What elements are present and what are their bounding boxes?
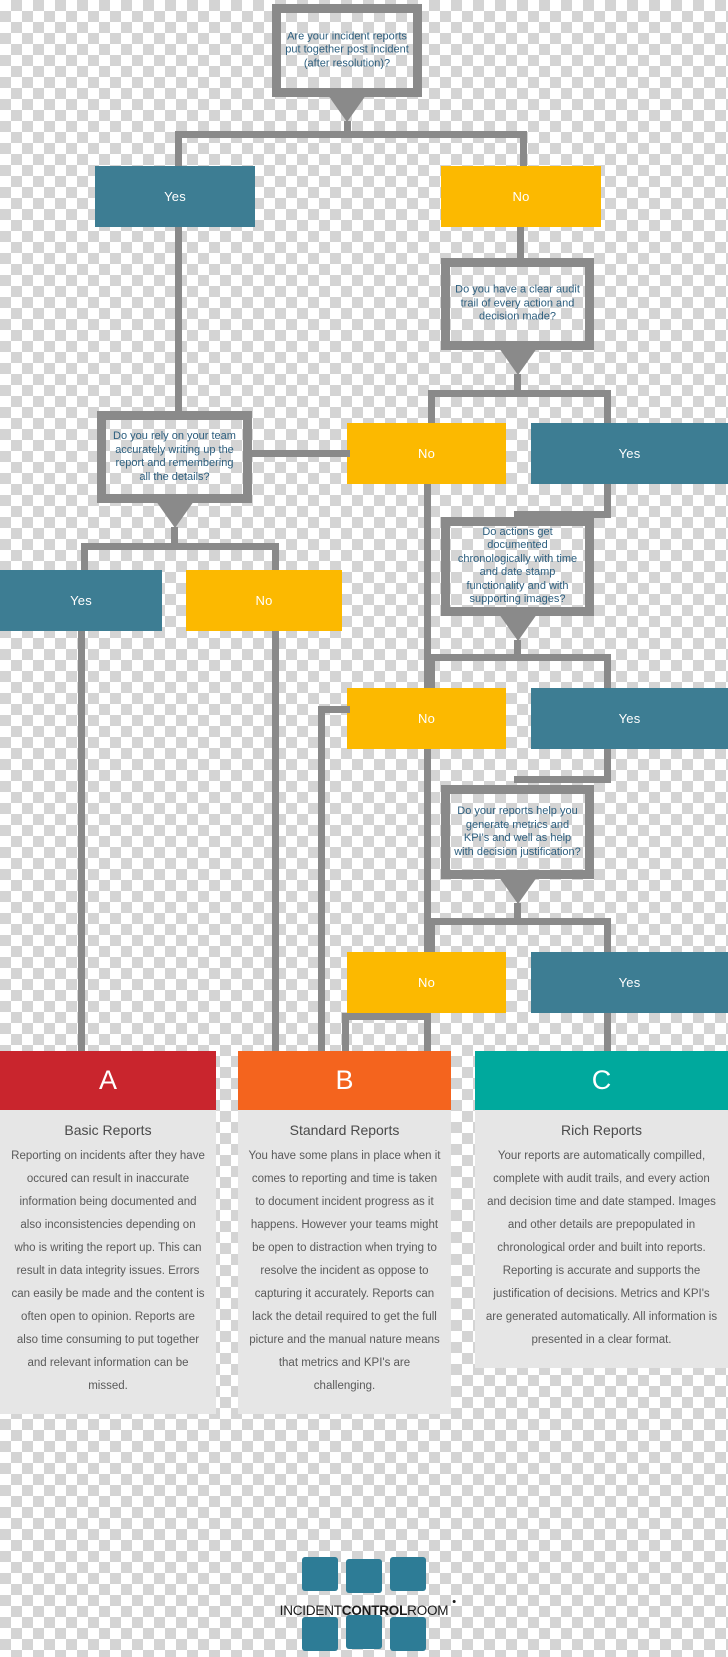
connector-q4-stem [514, 640, 521, 655]
flowchart-canvas: Are your incident reports put together p… [0, 0, 728, 1657]
logo-word-control: CONTROL [341, 1603, 408, 1618]
connector-q3-no-drop [272, 543, 279, 571]
question-box-q2: Do you have a clear audit trail of every… [441, 258, 594, 375]
logo-wordmark: INCIDENTCONTROLROOM [279, 1600, 456, 1618]
answer-label: No [417, 711, 436, 726]
connector-q1-no-drop [520, 131, 527, 167]
answer-q4-no[interactable]: No [347, 688, 506, 749]
logo-dot-icon [452, 1600, 456, 1603]
question-text-q4: Do actions get documented chronologicall… [457, 525, 578, 606]
question-box-q5: Do your reports help you generate metric… [441, 785, 594, 904]
result-card-b[interactable]: B Standard Reports You have some plans i… [238, 1051, 451, 1414]
answer-q1-no[interactable]: No [441, 166, 601, 227]
connector-q3-stem [171, 527, 178, 544]
connector-q2-stem [514, 374, 521, 390]
result-title: Rich Reports [561, 1122, 642, 1138]
question-text-q1: Are your incident reports put together p… [285, 30, 409, 70]
connector-q5-split [428, 918, 611, 925]
callout-tail-q4 [493, 607, 542, 641]
connector-q3-yes-drop [81, 543, 88, 571]
result-card-a-header: A [0, 1051, 216, 1110]
result-card-c-body: Rich Reports Your reports are automatica… [475, 1110, 728, 1368]
brand-logo: INCIDENTCONTROLROOM [0, 1557, 728, 1651]
result-description: Reporting on incidents after they have o… [11, 1150, 205, 1392]
answer-q2-no[interactable]: No [347, 423, 506, 484]
result-letter: B [335, 1065, 354, 1095]
logo-word-room: ROOM [407, 1603, 449, 1618]
connector-q2-yes-drop [604, 390, 611, 424]
result-letter: C [591, 1065, 612, 1095]
connector-no1-to-q2 [517, 227, 524, 259]
result-card-a[interactable]: A Basic Reports Reporting on incidents a… [0, 1051, 216, 1414]
logo-pane [346, 1559, 382, 1593]
answer-label: Yes [70, 593, 92, 608]
result-description: Your reports are automatically compilled… [485, 1150, 718, 1346]
result-card-c[interactable]: C Rich Reports Your reports are automati… [475, 1051, 728, 1368]
logo-pane [302, 1557, 338, 1591]
answer-label: Yes [164, 189, 186, 204]
answer-q5-no[interactable]: No [347, 952, 506, 1013]
connector-no5-jog [342, 1013, 428, 1020]
result-title: Basic Reports [64, 1122, 152, 1138]
callout-tail-q2 [493, 341, 542, 375]
logo-pane [390, 1557, 426, 1591]
result-card-b-header: B [238, 1051, 451, 1110]
logo-pane [302, 1617, 338, 1651]
answer-label: No [255, 593, 273, 608]
answer-q4-yes[interactable]: Yes [531, 688, 728, 749]
result-card-b-body: Standard Reports You have some plans in … [238, 1110, 451, 1414]
answer-label: No [512, 189, 530, 204]
connector-q5-yes-drop [604, 918, 611, 952]
answer-q5-yes[interactable]: Yes [531, 952, 728, 1013]
callout-tail-q5 [493, 870, 542, 904]
connector-q2-no-drop [428, 390, 435, 424]
result-card-a-body: Basic Reports Reporting on incidents aft… [0, 1110, 216, 1414]
logo-mark-icon: INCIDENTCONTROLROOM [280, 1557, 456, 1651]
question-text-q2: Do you have a clear audit trail of every… [455, 283, 580, 323]
callout-tail-q1 [323, 88, 371, 122]
connector-q1-yes-drop [175, 131, 182, 167]
result-description: You have some plans in place when it com… [248, 1150, 441, 1392]
connector-q2-split [428, 390, 611, 397]
connector-q5-stem [514, 903, 521, 919]
result-letter: A [98, 1065, 117, 1095]
question-box-q1: Are your incident reports put together p… [272, 4, 422, 122]
answer-q1-yes[interactable]: Yes [95, 166, 255, 227]
connector-q4-split [428, 654, 611, 661]
question-box-q4: Do actions get documented chronologicall… [441, 517, 594, 641]
answer-label: Yes [618, 446, 641, 461]
answer-q2-yes[interactable]: Yes [531, 423, 728, 484]
connector-q3-split [81, 543, 279, 550]
question-text-q3: Do you rely on your team accurately writ… [113, 429, 236, 483]
logo-pane [346, 1615, 382, 1649]
answer-label: Yes [618, 711, 641, 726]
connector-q4-no-drop [428, 654, 435, 688]
connector-no4-left-drop [318, 706, 325, 1051]
connector-q4-yes-drop [604, 654, 611, 688]
answer-q3-yes[interactable]: Yes [0, 570, 162, 631]
callout-tail-q3 [150, 494, 199, 528]
answer-label: No [417, 446, 436, 461]
connector-yes5-to-cardc [604, 1013, 611, 1051]
logo-pane [390, 1617, 426, 1651]
connector-yes3-to-carda [78, 631, 85, 1051]
connector-q1-split [175, 131, 527, 138]
connector-yes4-to-q5-h [514, 776, 611, 783]
question-box-q3: Do you rely on your team accurately writ… [97, 411, 252, 528]
connector-q3-to-no2 [252, 450, 350, 457]
answer-label: No [417, 975, 436, 990]
logo-word-incident: INCIDENT [279, 1603, 342, 1618]
result-title: Standard Reports [289, 1122, 400, 1138]
result-card-c-header: C [475, 1051, 728, 1110]
answer-label: Yes [618, 975, 641, 990]
connector-yes1-to-q3 [175, 227, 182, 412]
answer-q3-no[interactable]: No [186, 570, 342, 631]
connector-q5-no-drop [428, 918, 435, 952]
connector-no3-to-carda [272, 631, 279, 1051]
question-text-q5: Do your reports help you generate metric… [454, 804, 581, 858]
